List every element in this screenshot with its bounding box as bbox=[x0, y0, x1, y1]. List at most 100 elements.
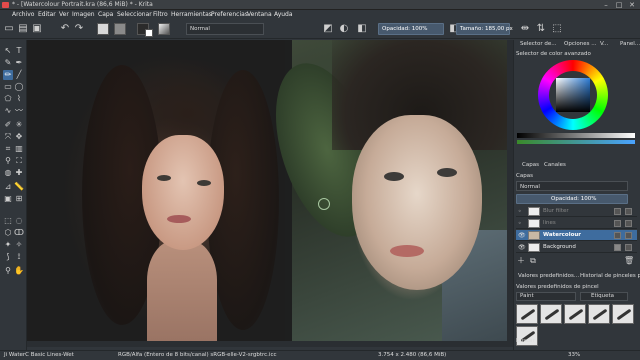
layer-lock-icon[interactable] bbox=[614, 220, 621, 227]
eye-icon[interactable]: 👁 bbox=[518, 244, 526, 251]
tab-v[interactable]: V... bbox=[600, 41, 608, 49]
mirror-vertical-icon[interactable]: ⇅ bbox=[535, 23, 547, 35]
opacity-reset-icon[interactable]: ◧ bbox=[356, 23, 368, 35]
preset-category-select[interactable]: Paint bbox=[516, 292, 576, 301]
close-button[interactable]: ✕ bbox=[626, 1, 638, 9]
multibrush-icon[interactable]: ✳ bbox=[14, 120, 24, 130]
dynamic-brush-icon[interactable]: ✐ bbox=[3, 120, 13, 130]
color-picker-icon[interactable]: ⚲ bbox=[3, 156, 13, 166]
layer-alpha-icon[interactable] bbox=[625, 232, 632, 239]
saturation-value-square[interactable] bbox=[556, 78, 590, 112]
layer-alpha-icon[interactable] bbox=[625, 220, 632, 227]
duplicate-layer-icon[interactable]: ⧉ bbox=[528, 256, 538, 266]
ellipse-tool-icon[interactable]: ◯ bbox=[14, 82, 24, 92]
layer-row-blur-filter[interactable]: ◦ Blur filter bbox=[516, 206, 637, 217]
brush-size-slider[interactable]: Tamaño: 185,00 px bbox=[456, 23, 513, 35]
ellipse-select-icon[interactable]: ◌ bbox=[14, 216, 24, 226]
layer-opacity-slider[interactable]: Opacidad: 100% bbox=[516, 194, 628, 204]
layer-lock-icon[interactable] bbox=[614, 208, 621, 215]
blend-mode-select[interactable]: Normal bbox=[186, 23, 264, 35]
contiguous-select-icon[interactable]: ✦ bbox=[3, 240, 13, 250]
redo-icon[interactable]: ↷ bbox=[73, 23, 85, 35]
preset-tag-select[interactable]: Etiqueta bbox=[580, 292, 628, 301]
menu-ver[interactable]: Ver bbox=[59, 11, 69, 18]
layer-alpha-icon[interactable] bbox=[625, 244, 632, 251]
gradient-tool-icon[interactable]: ▥ bbox=[14, 144, 24, 154]
freehand-brush-icon[interactable]: ✏ bbox=[3, 70, 13, 80]
pan-tool-icon[interactable]: ✋ bbox=[14, 266, 24, 276]
eraser-mode-icon[interactable]: ◩ bbox=[322, 23, 334, 35]
transform-tool-icon[interactable]: ⤧ bbox=[3, 132, 13, 142]
brush-preset-2[interactable] bbox=[540, 304, 562, 324]
menu-filtro[interactable]: Filtro bbox=[153, 11, 168, 18]
layer-visibility-icon[interactable]: ◦ bbox=[518, 220, 522, 227]
fill-tool-icon[interactable]: ⛶ bbox=[14, 156, 24, 166]
tab-color-selector[interactable]: Selector de... bbox=[520, 41, 556, 49]
mirror-horizontal-icon[interactable]: ⇹ bbox=[519, 23, 531, 35]
text-tool-icon[interactable]: T bbox=[14, 46, 24, 56]
bezier-select-icon[interactable]: ⟆ bbox=[3, 252, 13, 262]
move-tool-icon[interactable]: ✥ bbox=[14, 132, 24, 142]
delete-layer-icon[interactable]: 🗑 bbox=[624, 256, 634, 266]
layer-blend-select[interactable]: Normal bbox=[516, 181, 628, 191]
menu-editar[interactable]: Editar bbox=[38, 11, 56, 18]
calligraphy-icon[interactable]: ✒ bbox=[14, 58, 24, 68]
grid-tool-icon[interactable]: ⊞ bbox=[14, 194, 24, 204]
tab-tool-options[interactable]: Opciones ... bbox=[564, 41, 596, 49]
lock-icon[interactable] bbox=[614, 244, 621, 251]
menu-capa[interactable]: Capa bbox=[98, 11, 113, 18]
select-shapes-icon[interactable]: ↖ bbox=[3, 46, 13, 56]
assistant-tool-icon[interactable]: ⊿ bbox=[3, 182, 13, 192]
brush-preset-3[interactable] bbox=[564, 304, 586, 324]
zoom-tool-icon[interactable]: ⚲ bbox=[3, 266, 13, 276]
color-history-bar[interactable] bbox=[517, 140, 635, 144]
tab-channels[interactable]: Canales bbox=[544, 162, 566, 170]
layer-row-background[interactable]: 👁 Background bbox=[516, 242, 637, 253]
brush-preset-1[interactable] bbox=[516, 304, 538, 324]
polygon-select-icon[interactable]: ⬡ bbox=[3, 228, 13, 238]
undo-icon[interactable]: ↶ bbox=[59, 23, 71, 35]
smart-patch-icon[interactable]: ✚ bbox=[14, 168, 24, 178]
menu-archivo[interactable]: Archivo bbox=[12, 11, 34, 18]
fill-pattern-icon[interactable] bbox=[114, 23, 126, 35]
grey-ramp-bar[interactable] bbox=[517, 133, 635, 138]
layer-row-lines[interactable]: ◦ lines bbox=[516, 218, 637, 229]
menu-ayuda[interactable]: Ayuda bbox=[274, 11, 293, 18]
open-document-icon[interactable]: ▤ bbox=[17, 23, 29, 35]
layer-alpha-icon[interactable] bbox=[625, 208, 632, 215]
menu-ventana[interactable]: Ventana bbox=[247, 11, 272, 18]
edit-shapes-icon[interactable]: ✎ bbox=[3, 58, 13, 68]
menu-seleccionar[interactable]: Seleccionar bbox=[117, 11, 152, 18]
brush-preset-4[interactable] bbox=[588, 304, 610, 324]
similar-select-icon[interactable]: ✧ bbox=[14, 240, 24, 250]
line-tool-icon[interactable]: ╱ bbox=[14, 70, 24, 80]
rect-select-icon[interactable]: ⬚ bbox=[3, 216, 13, 226]
alpha-lock-icon[interactable]: ◐ bbox=[338, 23, 350, 35]
tab-brush-presets[interactable]: Valores predefinidos... bbox=[518, 273, 579, 281]
reference-images-icon[interactable]: ▣ bbox=[3, 194, 13, 204]
new-document-icon[interactable]: ▭ bbox=[3, 23, 15, 35]
tab-brush-history[interactable]: Historial de pinceles pre... bbox=[580, 273, 640, 281]
freehand-select-icon[interactable]: ↀ bbox=[14, 228, 24, 238]
rectangle-tool-icon[interactable]: ▭ bbox=[3, 82, 13, 92]
crop-tool-icon[interactable]: ⌗ bbox=[3, 144, 13, 154]
color-wheel[interactable] bbox=[538, 60, 608, 130]
freehand-path-icon[interactable]: 〰 bbox=[14, 106, 24, 116]
eye-icon[interactable]: 👁 bbox=[518, 232, 526, 239]
layer-row-watercolour[interactable]: 👁 Watercolour bbox=[516, 230, 637, 241]
background-color-swatch[interactable] bbox=[145, 29, 153, 37]
brush-preset-icon[interactable] bbox=[158, 23, 170, 35]
opacity-slider[interactable]: Opacidad: 100% bbox=[378, 23, 444, 35]
layer-lock-icon[interactable] bbox=[614, 232, 621, 239]
tab-panel[interactable]: Panel... bbox=[620, 41, 640, 49]
add-layer-icon[interactable]: ＋ bbox=[516, 256, 526, 266]
bezier-tool-icon[interactable]: ∿ bbox=[3, 106, 13, 116]
menu-preferencias[interactable]: Preferencias bbox=[211, 11, 248, 18]
colorize-mask-icon[interactable]: ◍ bbox=[3, 168, 13, 178]
menu-herramientas[interactable]: Herramientas bbox=[171, 11, 212, 18]
wrap-around-icon[interactable]: ⬚ bbox=[551, 23, 563, 35]
polygon-tool-icon[interactable]: ⬠ bbox=[3, 94, 13, 104]
measure-tool-icon[interactable]: 📏 bbox=[14, 182, 24, 192]
magnetic-select-icon[interactable]: ⟟ bbox=[14, 252, 24, 262]
canvas[interactable] bbox=[27, 40, 513, 341]
